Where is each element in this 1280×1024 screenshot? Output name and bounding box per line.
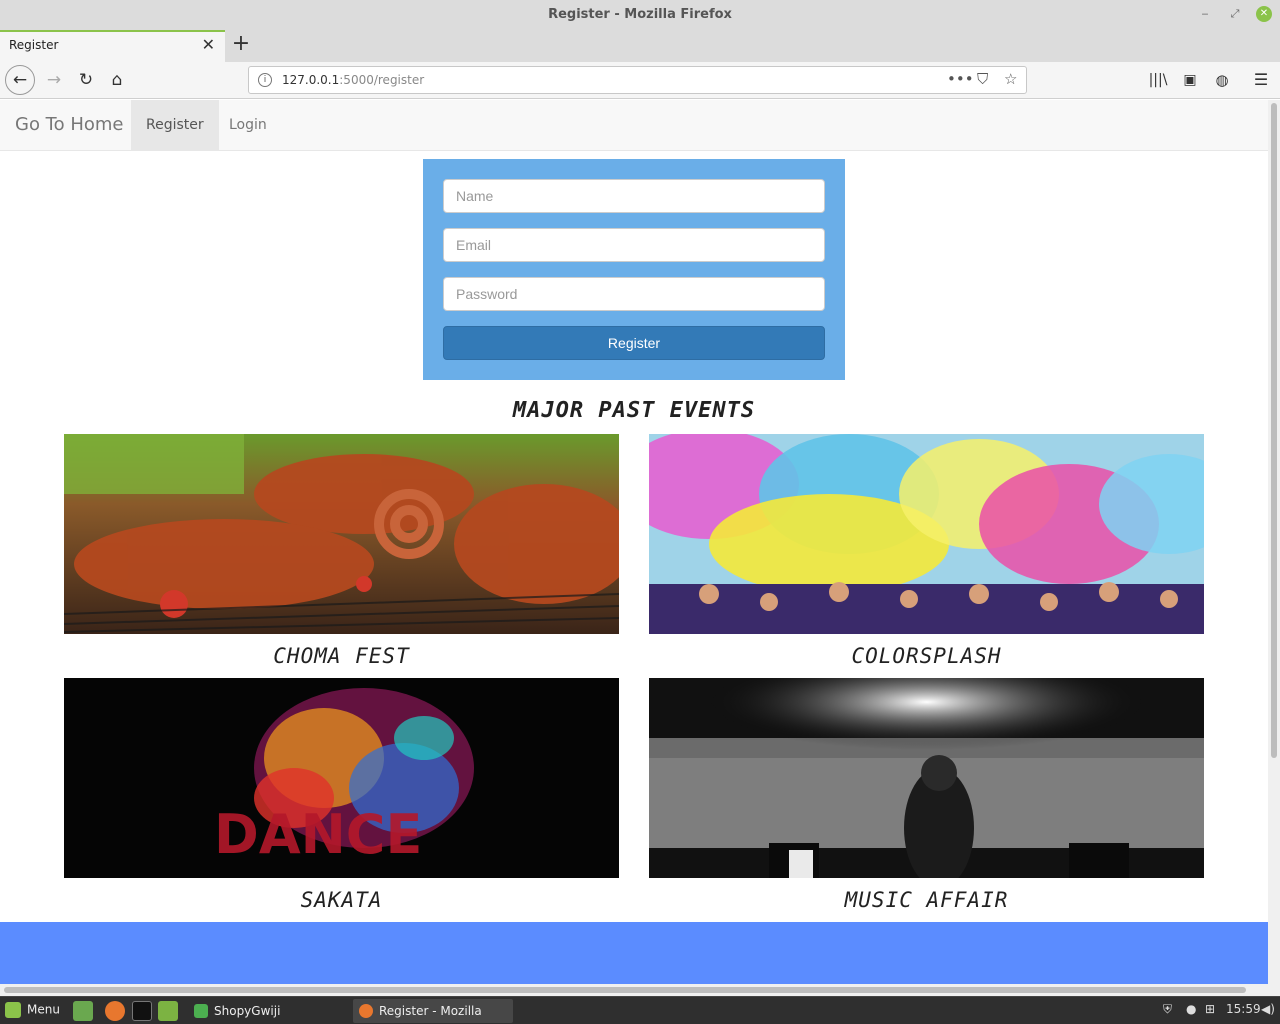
shield-icon[interactable]: ⛨ xyxy=(1163,1002,1172,1017)
event-image-choma-fest xyxy=(64,434,619,634)
event-caption: CHOMA FEST xyxy=(273,644,410,668)
mint-logo-icon xyxy=(5,1002,21,1018)
sidebar-icon[interactable]: ▣ xyxy=(1176,66,1204,94)
event-card: DANCE SAKATA xyxy=(64,678,619,912)
svg-text:DANCE: DANCE xyxy=(214,803,422,866)
window-titlebar: Register - Mozilla Firefox ‒ ⤢ ✕ xyxy=(0,0,1280,30)
files-launcher-icon[interactable] xyxy=(158,1001,178,1021)
tab-strip: Register ✕ + xyxy=(0,30,1280,62)
url-host: 127.0.0.1 xyxy=(282,73,340,87)
bookmark-star-icon[interactable]: ☆ xyxy=(1004,70,1017,88)
firefox-icon xyxy=(359,1004,373,1018)
event-card: COLORSPLASH xyxy=(649,434,1204,668)
task-label: Register - Mozilla Fir... xyxy=(379,1004,482,1018)
url-bar[interactable]: i 127.0.0.1:5000/register ••• ⛉ ☆ xyxy=(248,66,1027,94)
url-text[interactable]: 127.0.0.1:5000/register xyxy=(282,73,424,87)
hamburger-menu-icon[interactable]: ☰ xyxy=(1247,66,1275,94)
start-menu-button[interactable]: Menu xyxy=(5,1002,60,1018)
password-input[interactable]: Password xyxy=(443,277,825,311)
page-footer xyxy=(0,922,1268,984)
event-caption: SAKATA xyxy=(300,888,383,912)
show-desktop-icon[interactable] xyxy=(73,1001,93,1021)
reload-button[interactable]: ↻ xyxy=(72,66,100,94)
horizontal-scrollbar-thumb[interactable] xyxy=(4,987,1246,993)
tab-close-icon[interactable]: ✕ xyxy=(202,35,215,54)
firefox-launcher-icon[interactable] xyxy=(105,1001,125,1021)
page-actions-icon[interactable]: ••• xyxy=(947,70,974,88)
user-icon[interactable]: ● xyxy=(1186,1002,1196,1016)
event-image-sakata: DANCE xyxy=(64,678,619,878)
terminal-launcher-icon[interactable] xyxy=(132,1001,152,1021)
taskbar-item-firefox[interactable]: Register - Mozilla Fir... xyxy=(353,999,513,1023)
register-form: Name Email Password Register xyxy=(423,159,845,380)
event-caption: MUSIC AFFAIR xyxy=(844,888,1009,912)
network-icon[interactable]: ⊞ xyxy=(1205,1002,1215,1016)
register-button[interactable]: Register xyxy=(443,326,825,360)
tab-register[interactable]: Register ✕ xyxy=(0,30,225,62)
nav-link-register[interactable]: Register xyxy=(131,100,219,151)
pycharm-icon xyxy=(194,1004,208,1018)
window-close-icon[interactable]: ✕ xyxy=(1256,6,1272,22)
site-navbar: Go To Home Register Login xyxy=(0,100,1268,151)
home-button[interactable]: ⌂ xyxy=(103,66,131,94)
site-info-icon[interactable]: i xyxy=(258,73,272,87)
event-image-colorsplash xyxy=(649,434,1204,634)
page-content: Go To Home Register Login Name Email Pas… xyxy=(0,100,1268,984)
nav-link-login[interactable]: Login xyxy=(214,100,282,151)
email-input[interactable]: Email xyxy=(443,228,825,262)
taskbar-item-pycharm[interactable]: ShopyGwiji [~/Pychar... xyxy=(188,999,350,1023)
desktop-taskbar: Menu ShopyGwiji [~/Pychar... Register - … xyxy=(0,996,1280,1024)
vertical-scrollbar[interactable] xyxy=(1268,100,1280,984)
window-title: Register - Mozilla Firefox xyxy=(548,7,732,22)
new-tab-button[interactable]: + xyxy=(230,30,252,60)
brand-link[interactable]: Go To Home xyxy=(15,114,124,135)
scrollbar-thumb[interactable] xyxy=(1271,103,1277,758)
maximize-icon[interactable]: ⤢ xyxy=(1227,6,1243,22)
menu-label: Menu xyxy=(27,1002,60,1017)
event-card: MUSIC AFFAIR xyxy=(649,678,1204,912)
volume-icon[interactable]: ◀) xyxy=(1261,1002,1275,1016)
nav-toolbar: ← → ↻ ⌂ i 127.0.0.1:5000/register ••• ⛉ … xyxy=(0,62,1280,99)
event-caption: COLORSPLASH xyxy=(851,644,1002,668)
horizontal-scrollbar[interactable] xyxy=(0,984,1280,996)
tab-label: Register xyxy=(9,38,59,52)
forward-button[interactable]: → xyxy=(40,66,68,94)
extension-icon[interactable]: ◍ xyxy=(1208,66,1236,94)
name-input[interactable]: Name xyxy=(443,179,825,213)
library-icon[interactable]: |||\ xyxy=(1144,66,1172,94)
task-label: ShopyGwiji [~/Pychar... xyxy=(214,1004,281,1018)
back-button[interactable]: ← xyxy=(5,65,35,95)
clock[interactable]: 15:59 xyxy=(1226,1002,1261,1016)
url-path: :5000/register xyxy=(339,73,425,87)
minimize-icon[interactable]: ‒ xyxy=(1197,6,1213,22)
pocket-icon[interactable]: ⛉ xyxy=(977,70,988,88)
event-card: CHOMA FEST xyxy=(64,434,619,668)
event-image-music-affair xyxy=(649,678,1204,878)
events-heading: MAJOR PAST EVENTS xyxy=(512,398,756,423)
